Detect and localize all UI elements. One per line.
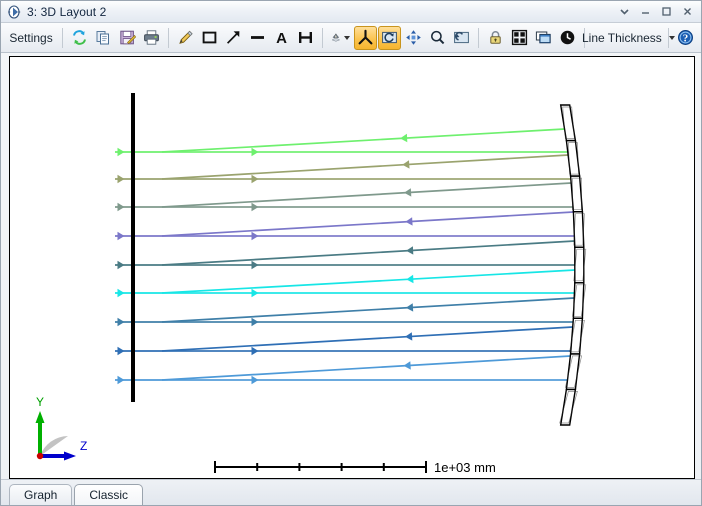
- draw-line-button[interactable]: [246, 26, 269, 50]
- copy-button[interactable]: [92, 26, 115, 50]
- scale-bar-label: 1e+03 mm: [434, 460, 496, 475]
- ray-arrowhead: [118, 347, 125, 355]
- ray-sage: [115, 183, 573, 211]
- reset-view-button[interactable]: [450, 26, 473, 50]
- line-thickness-button[interactable]: Line Thickness: [590, 26, 663, 50]
- annotate-pencil-button[interactable]: [174, 26, 197, 50]
- ray-slate: [115, 241, 575, 269]
- toolbar-separator: [322, 28, 323, 48]
- chevron-down-icon[interactable]: [344, 36, 350, 40]
- ray-arrowhead: [406, 303, 413, 311]
- ray-diverging: [162, 183, 571, 207]
- svg-text:A: A: [276, 30, 287, 46]
- toolbar-separator: [668, 28, 669, 48]
- ray-arrowhead: [118, 203, 125, 211]
- ray-arrowhead: [404, 361, 411, 369]
- ray-bundle: [115, 129, 575, 384]
- draw-rectangle-button[interactable]: [198, 26, 221, 50]
- ray-arrowhead: [405, 217, 412, 225]
- axis-indicator: Y Z: [36, 395, 88, 461]
- clock-button[interactable]: [556, 26, 579, 50]
- toolbar-separator: [62, 28, 63, 48]
- ray-violet: [115, 212, 575, 240]
- ray-diverging: [162, 298, 574, 322]
- minimize-button[interactable]: [635, 3, 655, 21]
- save-button[interactable]: [116, 26, 139, 50]
- ray-arrowhead: [400, 134, 407, 142]
- window-title: 3: 3D Layout 2: [27, 5, 106, 19]
- title-bar: 3: 3D Layout 2: [1, 1, 701, 23]
- ray-arrowhead: [118, 318, 125, 326]
- ray-arrowhead: [405, 332, 412, 340]
- ray-arrowhead: [402, 160, 409, 168]
- close-button[interactable]: [677, 3, 697, 21]
- refresh-button[interactable]: [68, 26, 91, 50]
- window-controls: [614, 1, 697, 22]
- pan-button[interactable]: [402, 26, 425, 50]
- ray-arrowhead: [118, 232, 125, 240]
- help-button[interactable]: ?: [674, 26, 697, 50]
- lens-icon: [6, 5, 22, 19]
- settings-button[interactable]: Settings: [5, 26, 57, 50]
- axis-label-y: Y: [36, 395, 44, 409]
- ray-olive: [115, 155, 571, 183]
- tab-classic[interactable]: Classic: [74, 484, 143, 505]
- ray-lightblue: [115, 356, 570, 384]
- ray-green: [115, 129, 568, 156]
- print-button[interactable]: [140, 26, 163, 50]
- tab-graph[interactable]: Graph: [9, 484, 72, 505]
- add-text-button[interactable]: A: [270, 26, 293, 50]
- rotate-view-button[interactable]: [378, 26, 401, 50]
- ray-arrowhead: [404, 188, 411, 196]
- ray-arrowhead: [406, 246, 413, 254]
- axis-tripod-button[interactable]: [354, 26, 377, 50]
- tile-windows-button[interactable]: [508, 26, 531, 50]
- line-thickness-label: Line Thickness: [578, 31, 666, 45]
- layout-viewport[interactable]: 1e+03 mm Y Z: [9, 56, 695, 479]
- ray-arrowhead: [118, 289, 125, 297]
- zemax-3d-layout-window: 3: 3D Layout 2 Settings: [0, 0, 702, 506]
- maximize-button[interactable]: [656, 3, 676, 21]
- toolbar-separator: [478, 28, 479, 48]
- ray-arrowhead: [118, 376, 125, 384]
- ray-diverging: [162, 270, 575, 293]
- ray-diverging: [162, 241, 575, 265]
- window-menu-button[interactable]: [614, 3, 634, 21]
- draw-arrow-button[interactable]: [222, 26, 245, 50]
- mirror-segment: [573, 283, 583, 319]
- ray-steel: [115, 298, 574, 326]
- ray-diagram: 1e+03 mm Y Z: [10, 57, 694, 478]
- toolbar-separator: [168, 28, 169, 48]
- ray-arrowhead: [406, 275, 413, 283]
- ray-blue: [115, 327, 573, 355]
- svg-text:?: ?: [683, 33, 689, 45]
- ray-arrowhead: [118, 175, 125, 183]
- tab-classic-label: Classic: [89, 488, 128, 502]
- view-tabs: Graph Classic: [1, 479, 702, 505]
- ray-cyan: [115, 270, 575, 297]
- toolbar: Settings: [1, 23, 701, 53]
- mirror-segment: [566, 354, 579, 390]
- axis-label-z: Z: [80, 439, 87, 453]
- cascade-windows-button[interactable]: [532, 26, 555, 50]
- dimension-button[interactable]: [294, 26, 317, 50]
- ray-diverging: [162, 356, 570, 380]
- settings-label: Settings: [5, 31, 56, 45]
- ray-diverging: [162, 129, 565, 152]
- tab-graph-label: Graph: [24, 488, 57, 502]
- ray-arrowhead: [118, 261, 125, 269]
- ray-arrowhead: [118, 148, 125, 156]
- scale-bar: [215, 461, 426, 473]
- lock-button[interactable]: [484, 26, 507, 50]
- zoom-button[interactable]: [426, 26, 449, 50]
- ray-diverging: [162, 327, 573, 351]
- ray-diverging: [162, 155, 568, 179]
- view-orientation-button[interactable]: [328, 26, 353, 50]
- ray-diverging: [162, 212, 573, 236]
